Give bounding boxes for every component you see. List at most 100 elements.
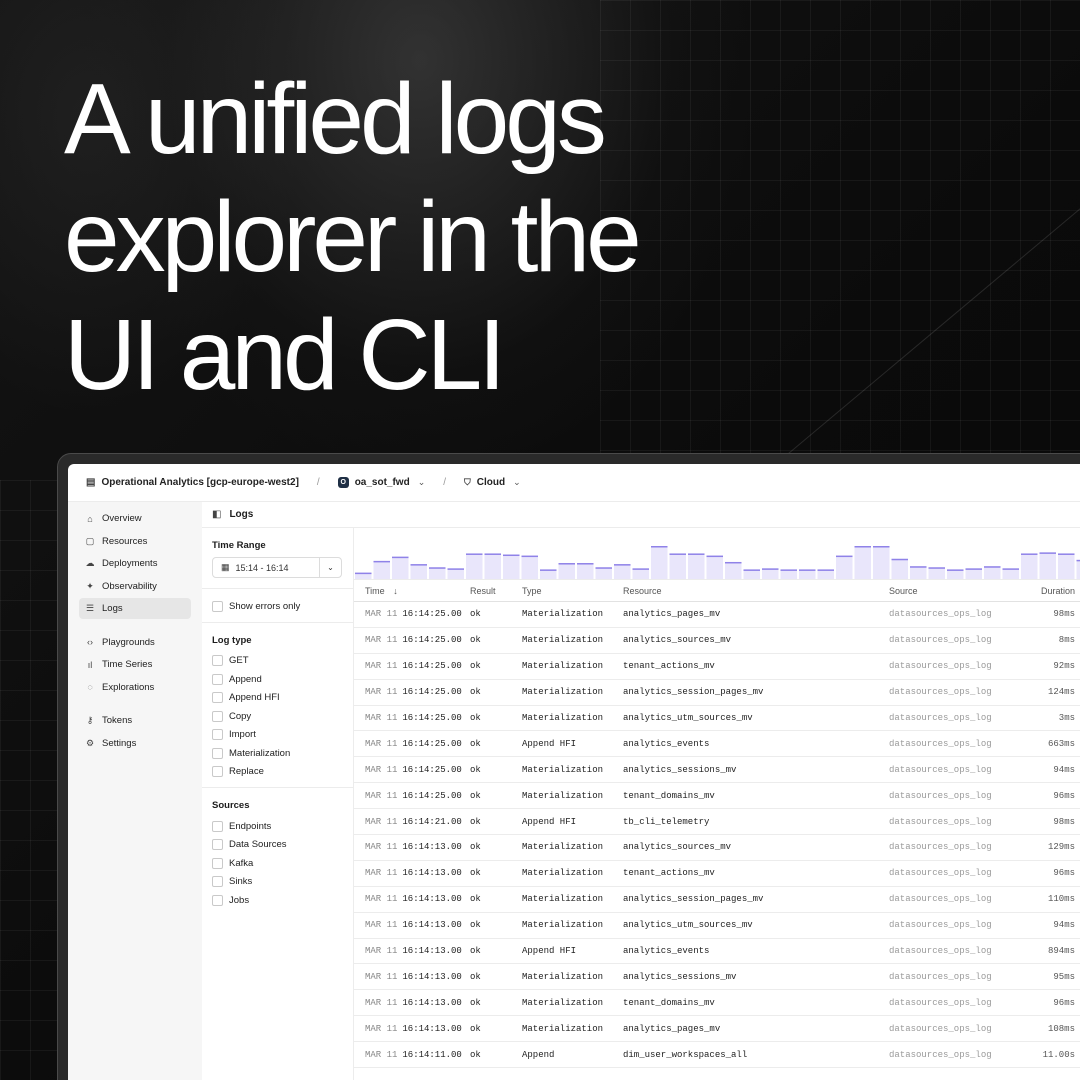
sidebar-item-overview[interactable]: ⌂ Overview	[79, 508, 191, 529]
histogram-bar[interactable]	[466, 553, 483, 579]
histogram-bar[interactable]	[854, 546, 872, 579]
histogram-bar[interactable]	[965, 568, 983, 579]
checkbox[interactable]	[212, 876, 223, 888]
histogram-bar[interactable]	[410, 564, 428, 579]
checkbox[interactable]	[212, 600, 223, 612]
histogram-bar[interactable]	[706, 555, 724, 579]
histogram-bar[interactable]	[595, 567, 613, 579]
sidebar-item-logs[interactable]: ☰ Logs	[79, 598, 191, 619]
panel-toggle-icon[interactable]: ◧	[212, 509, 221, 520]
log-type-get[interactable]: GET	[212, 652, 343, 671]
logs-histogram[interactable]	[354, 528, 1080, 580]
checkbox[interactable]	[212, 839, 223, 851]
table-row[interactable]: MAR 11 16:14:13.00 ok Materialization analyt…	[354, 964, 1080, 991]
histogram-bar[interactable]	[1076, 559, 1080, 579]
histogram-bar[interactable]	[558, 563, 576, 579]
histogram-bar[interactable]	[503, 554, 520, 579]
histogram-bar[interactable]	[614, 564, 631, 579]
column-header-duration[interactable]: Duration	[1009, 586, 1079, 596]
histogram-bar[interactable]	[484, 553, 502, 579]
sidebar-item-time-series[interactable]: ıl Time Series	[79, 654, 191, 675]
sidebar-item-resources[interactable]: ▢ Resources	[79, 531, 191, 552]
histogram-bar[interactable]	[836, 555, 853, 579]
histogram-bar[interactable]	[632, 568, 650, 579]
table-row[interactable]: MAR 11 16:14:13.00 ok Materialization analyt…	[354, 913, 1080, 939]
sidebar-item-deployments[interactable]: ☁ Deployments	[79, 553, 191, 574]
sidebar-item-observability[interactable]: ✦ Observability	[79, 576, 191, 597]
histogram-bar[interactable]	[1058, 553, 1075, 579]
table-row[interactable]: MAR 11 16:14:25.00 ok Materialization analyt…	[354, 628, 1080, 654]
table-row[interactable]: MAR 11 16:14:13.00 ok Append HFI analytics_e…	[354, 939, 1080, 965]
histogram-bar[interactable]	[447, 568, 465, 579]
histogram-bar[interactable]	[1039, 552, 1057, 579]
sidebar-item-explorations[interactable]: ◌ Explorations	[79, 677, 191, 698]
table-row[interactable]: MAR 11 16:14:11.00 ok Append dim_user_worksp…	[354, 1042, 1080, 1069]
checkbox[interactable]	[212, 766, 223, 778]
log-type-append[interactable]: Append	[212, 670, 343, 689]
histogram-bar[interactable]	[521, 555, 539, 579]
sidebar-item-tokens[interactable]: ⚷ Tokens	[79, 710, 191, 731]
table-row[interactable]: MAR 11 16:14:25.00 ok Materialization analyt…	[354, 680, 1080, 706]
log-type-replace[interactable]: Replace	[212, 763, 343, 782]
source-data-sources[interactable]: Data Sources	[212, 836, 343, 855]
checkbox[interactable]	[212, 710, 223, 722]
checkbox[interactable]	[212, 894, 223, 906]
sort-arrow-icon[interactable]: ↓	[393, 586, 398, 596]
histogram-bar[interactable]	[429, 567, 446, 579]
log-type-copy[interactable]: Copy	[212, 707, 343, 726]
chevron-down-icon[interactable]: ⌄	[319, 558, 341, 577]
column-header-source[interactable]: Source	[889, 586, 1009, 596]
checkbox[interactable]	[212, 692, 223, 704]
checkbox[interactable]	[212, 820, 223, 832]
histogram-bar[interactable]	[1002, 568, 1020, 579]
histogram-bar[interactable]	[373, 560, 391, 579]
histogram-bar[interactable]	[1021, 553, 1038, 579]
table-row[interactable]: MAR 11 16:14:25.00 ok Append HFI analytics_e…	[354, 731, 1080, 758]
histogram-bar[interactable]	[392, 556, 409, 579]
checkbox[interactable]	[212, 673, 223, 685]
histogram-bar[interactable]	[651, 546, 668, 579]
column-header-time[interactable]: Time ↓	[354, 586, 470, 596]
column-header-type[interactable]: Type	[522, 586, 623, 596]
sidebar-item-settings[interactable]: ⚙ Settings	[79, 733, 191, 754]
checkbox[interactable]	[212, 857, 223, 869]
histogram-bar[interactable]	[688, 553, 705, 579]
source-jobs[interactable]: Jobs	[212, 891, 343, 910]
log-type-import[interactable]: Import	[212, 726, 343, 745]
table-row[interactable]: MAR 11 16:14:21.00 ok Append HFI tb_cli_tele…	[354, 809, 1080, 836]
table-row[interactable]: MAR 11 16:14:13.00 ok Materialization analyt…	[354, 1016, 1080, 1043]
checkbox[interactable]	[212, 655, 223, 667]
table-row[interactable]: MAR 11 16:14:25.00 ok Materialization tenant…	[354, 783, 1080, 810]
time-range-select[interactable]: ▦ 15:14 - 16:14 ⌄	[212, 557, 342, 578]
histogram-bar[interactable]	[577, 563, 594, 579]
table-row[interactable]: MAR 11 16:14:13.00 ok Materialization tenant…	[354, 861, 1080, 887]
table-row[interactable]: MAR 11 16:14:13.00 ok Materialization analyt…	[354, 835, 1080, 861]
table-row[interactable]: MAR 11 16:14:25.00 ok Materialization analyt…	[354, 602, 1080, 628]
sidebar-item-playgrounds[interactable]: ‹› Playgrounds	[79, 632, 191, 653]
show-errors-checkbox[interactable]: Show errors only	[212, 597, 343, 616]
histogram-bar[interactable]	[873, 546, 890, 579]
histogram-bar[interactable]	[891, 558, 909, 579]
log-type-append-hfi[interactable]: Append HFI	[212, 689, 343, 708]
table-row[interactable]: MAR 11 16:14:13.00 ok Materialization tenant…	[354, 990, 1080, 1017]
table-row[interactable]: MAR 11 16:14:25.00 ok Materialization analyt…	[354, 706, 1080, 732]
column-header-result[interactable]: Result	[470, 586, 522, 596]
checkbox[interactable]	[212, 747, 223, 759]
table-row[interactable]: MAR 11 16:14:13.00 ok Materialization analyt…	[354, 887, 1080, 913]
table-row[interactable]: MAR 11 16:14:25.00 ok Materialization analyt…	[354, 757, 1080, 784]
histogram-bar[interactable]	[669, 553, 687, 579]
column-header-resource[interactable]: Resource	[623, 586, 889, 596]
branch-selector[interactable]: O oa_sot_fwd ⌄	[337, 477, 425, 488]
environment-selector[interactable]: ⛉ Cloud ⌄	[464, 477, 521, 488]
histogram-bar[interactable]	[928, 567, 946, 579]
workspace-selector[interactable]: ▤ Operational Analytics [gcp-europe-west…	[86, 477, 299, 488]
log-type-materialization[interactable]: Materialization	[212, 744, 343, 763]
histogram-bar[interactable]	[762, 568, 779, 579]
histogram-bar[interactable]	[984, 566, 1001, 579]
histogram-bar[interactable]	[910, 566, 927, 579]
source-kafka[interactable]: Kafka	[212, 854, 343, 873]
source-endpoints[interactable]: Endpoints	[212, 817, 343, 836]
table-row[interactable]: MAR 11 16:14:25.00 ok Materialization tenant…	[354, 654, 1080, 680]
checkbox[interactable]	[212, 729, 223, 741]
source-sinks[interactable]: Sinks	[212, 873, 343, 892]
